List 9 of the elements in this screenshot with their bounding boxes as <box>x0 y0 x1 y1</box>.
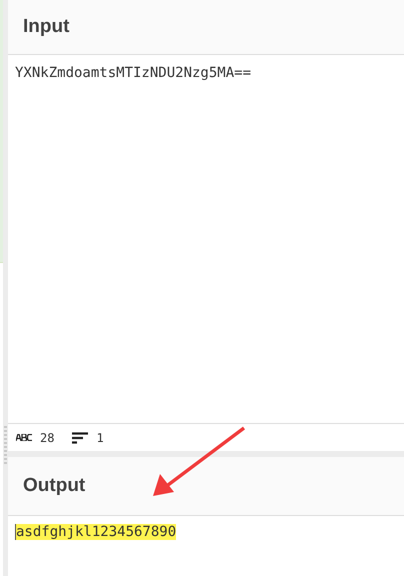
lines-icon <box>72 432 88 444</box>
input-title: Input <box>23 16 70 38</box>
character-count: 28 <box>40 430 54 444</box>
output-title: Output <box>23 475 86 497</box>
line-count: 1 <box>96 430 104 444</box>
abc-icon <box>16 434 32 441</box>
output-text: asdfghjkl1234567890 <box>15 524 176 540</box>
input-field[interactable]: YXNkZmdoamtsMTIzNDU2Nzg5MA== <box>8 55 404 423</box>
grip-icon[interactable] <box>4 426 7 464</box>
